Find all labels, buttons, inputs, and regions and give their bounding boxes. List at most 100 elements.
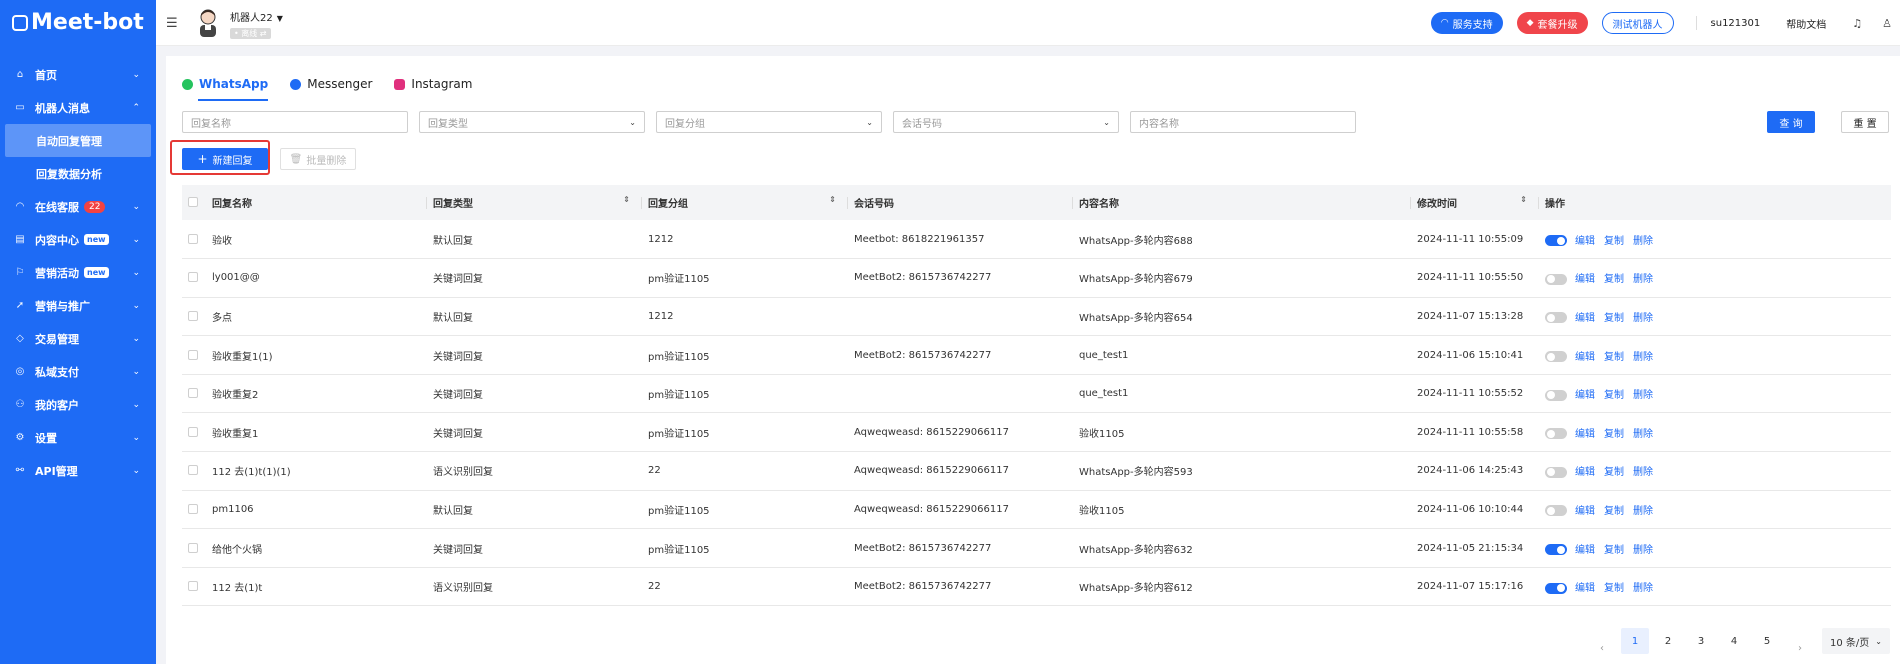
username[interactable]: su121301 (1711, 18, 1761, 29)
copy-link[interactable]: 复制 (1604, 429, 1624, 440)
enable-toggle[interactable] (1545, 466, 1567, 478)
sort-icon[interactable]: ⇕ (829, 195, 836, 204)
test-bot-button[interactable]: 测试机器人 (1601, 12, 1674, 34)
sidebar-item[interactable]: ⚙ 设置 ⌄ (0, 421, 156, 454)
enable-toggle[interactable] (1545, 235, 1567, 247)
delete-link[interactable]: 删除 (1633, 236, 1653, 247)
sidebar-item[interactable]: ⚯ API管理 ⌄ (0, 454, 156, 487)
row-checkbox[interactable] (188, 233, 198, 244)
enable-toggle[interactable] (1545, 582, 1567, 594)
enable-toggle[interactable] (1545, 505, 1567, 517)
edit-link[interactable]: 编辑 (1575, 352, 1595, 363)
edit-link[interactable]: 编辑 (1575, 390, 1595, 401)
copy-link[interactable]: 复制 (1604, 274, 1624, 285)
reply-group-select[interactable]: 回复分组 ⌄ (656, 111, 882, 133)
sort-icon[interactable]: ⇕ (1520, 195, 1527, 204)
sort-icon[interactable]: ⇕ (623, 195, 630, 204)
row-checkbox[interactable] (188, 503, 198, 514)
copy-link[interactable]: 复制 (1604, 236, 1624, 247)
copy-link[interactable]: 复制 (1604, 583, 1624, 594)
edit-link[interactable]: 编辑 (1575, 429, 1595, 440)
copy-link[interactable]: 复制 (1604, 352, 1624, 363)
copy-link[interactable]: 复制 (1604, 467, 1624, 478)
support-button[interactable]: ◠ 服务支持 (1430, 12, 1503, 34)
delete-link[interactable]: 删除 (1633, 545, 1653, 556)
row-checkbox[interactable] (188, 581, 198, 592)
enable-toggle[interactable] (1545, 389, 1567, 401)
user-icon[interactable]: ♙ (1882, 17, 1892, 30)
copy-link[interactable]: 复制 (1604, 390, 1624, 401)
copy-link[interactable]: 复制 (1604, 313, 1624, 324)
page-button[interactable]: 1 (1621, 628, 1650, 654)
sidebar-item[interactable]: ▤ 内容中心 new ⌄ (0, 223, 156, 256)
app-logo[interactable]: Meet-bot (0, 0, 156, 44)
col-reply-group[interactable]: 回复分组 ⇕ (642, 185, 848, 220)
delete-link[interactable]: 删除 (1633, 274, 1653, 285)
next-page-button[interactable]: › (1786, 635, 1814, 661)
page-button[interactable]: 4 (1720, 628, 1748, 654)
page-button[interactable]: 5 (1753, 628, 1781, 654)
page-button[interactable]: 2 (1654, 628, 1682, 654)
row-checkbox[interactable] (188, 349, 198, 360)
query-button[interactable]: 查 询 (1767, 111, 1815, 133)
bot-selector[interactable]: 机器人22 ▼ (230, 9, 283, 24)
delete-link[interactable]: 删除 (1633, 429, 1653, 440)
content-name-input[interactable]: 内容名称 (1130, 111, 1356, 133)
help-docs-link[interactable]: 帮助文档 (1786, 16, 1826, 31)
bot-avatar[interactable] (196, 8, 220, 38)
edit-link[interactable]: 编辑 (1575, 274, 1595, 285)
sidebar-item[interactable]: ◠ 在线客服 22 ⌄ (0, 190, 156, 223)
edit-link[interactable]: 编辑 (1575, 583, 1595, 594)
session-number-select[interactable]: 会话号码 ⌄ (893, 111, 1119, 133)
edit-link[interactable]: 编辑 (1575, 236, 1595, 247)
tab-whatsapp[interactable]: WhatsApp (182, 72, 269, 101)
bulk-delete-button[interactable]: 🗑︎ 批量删除 (280, 148, 356, 170)
col-reply-type[interactable]: 回复类型 ⇕ (427, 185, 642, 220)
sidebar-item[interactable]: ▭ 机器人消息 ⌃ (0, 91, 156, 124)
enable-toggle[interactable] (1545, 273, 1567, 285)
sidebar-subitem[interactable]: 回复数据分析 (0, 157, 156, 190)
sidebar-item[interactable]: ⌂ 首页 ⌄ (0, 58, 156, 91)
delete-link[interactable]: 删除 (1633, 583, 1653, 594)
sidebar-item[interactable]: ◎ 私域支付 ⌄ (0, 355, 156, 388)
delete-link[interactable]: 删除 (1633, 352, 1653, 363)
sidebar-item[interactable]: ⚐ 营销活动 new ⌄ (0, 256, 156, 289)
row-checkbox[interactable] (188, 310, 198, 321)
copy-link[interactable]: 复制 (1604, 545, 1624, 556)
reply-name-input[interactable]: 回复名称 (182, 111, 408, 133)
bell-icon[interactable]: ♫ (1852, 17, 1862, 30)
prev-page-button[interactable]: ‹ (1588, 635, 1616, 661)
row-checkbox[interactable] (188, 542, 198, 553)
edit-link[interactable]: 编辑 (1575, 506, 1595, 517)
row-checkbox[interactable] (188, 426, 198, 437)
delete-link[interactable]: 删除 (1633, 467, 1653, 478)
select-all-checkbox[interactable] (188, 197, 198, 207)
new-reply-button[interactable]: + 新建回复 (182, 148, 268, 170)
edit-link[interactable]: 编辑 (1575, 545, 1595, 556)
tab-instagram[interactable]: Instagram (394, 72, 472, 96)
copy-link[interactable]: 复制 (1604, 506, 1624, 517)
edit-link[interactable]: 编辑 (1575, 467, 1595, 478)
col-modified-time[interactable]: 修改时间 ⇕ (1411, 185, 1539, 220)
reply-type-select[interactable]: 回复类型 ⌄ (419, 111, 645, 133)
sidebar-item[interactable]: ⚇ 我的客户 ⌄ (0, 388, 156, 421)
enable-toggle[interactable] (1545, 312, 1567, 324)
delete-link[interactable]: 删除 (1633, 390, 1653, 401)
enable-toggle[interactable] (1545, 428, 1567, 440)
row-checkbox[interactable] (188, 272, 198, 283)
tab-messenger[interactable]: Messenger (290, 72, 372, 96)
enable-toggle[interactable] (1545, 544, 1567, 556)
row-checkbox[interactable] (188, 465, 198, 476)
delete-link[interactable]: 删除 (1633, 506, 1653, 517)
page-button[interactable]: 3 (1687, 628, 1715, 654)
sidebar-subitem[interactable]: 自动回复管理 (5, 124, 151, 157)
edit-link[interactable]: 编辑 (1575, 313, 1595, 324)
sidebar-item[interactable]: ◇ 交易管理 ⌄ (0, 322, 156, 355)
delete-link[interactable]: 删除 (1633, 313, 1653, 324)
row-checkbox[interactable] (188, 388, 198, 399)
enable-toggle[interactable] (1545, 351, 1567, 363)
sidebar-item[interactable]: ➚ 营销与推广 ⌄ (0, 289, 156, 322)
menu-toggle-icon[interactable]: ☰ (166, 16, 178, 31)
reset-button[interactable]: 重 置 (1841, 111, 1889, 133)
upgrade-button[interactable]: ◆ 套餐升级 (1516, 12, 1588, 34)
